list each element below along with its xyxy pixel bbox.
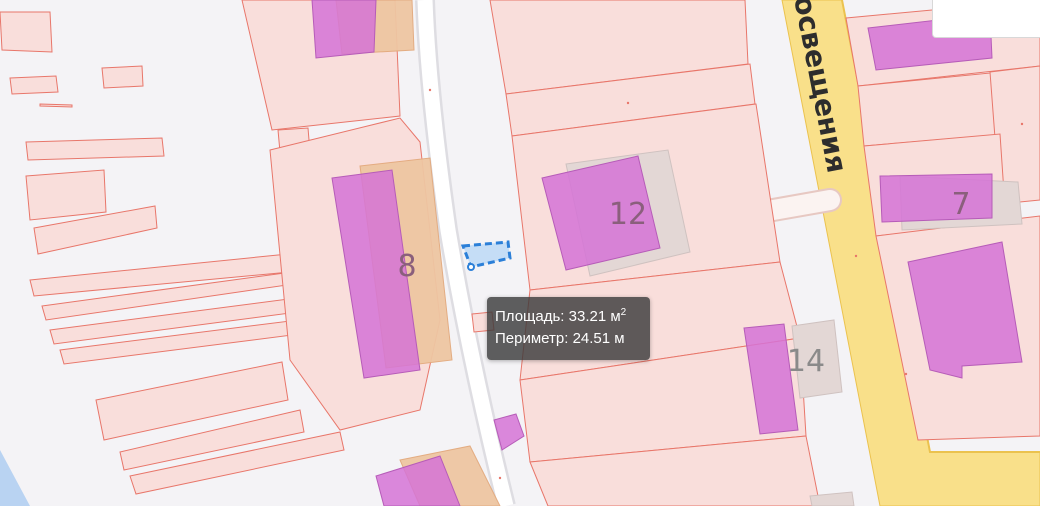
house-number-14: 14 [787,344,825,379]
area-label: Площадь: [495,308,565,325]
house-number-7: 7 [951,187,970,222]
area-value: 33.21 м [568,308,621,325]
house-number-8: 8 [397,249,416,284]
map-canvas[interactable]: 12 8 7 14 освещения Площадь: 33.21 м2 Пе… [0,0,1040,506]
measure-vertex-handle[interactable] [467,263,475,271]
perimeter-label: Периметр: [495,330,569,347]
area-line: Площадь: 33.21 м2 [495,306,642,328]
map-layer: 12 8 7 14 освещения [0,0,1040,506]
perimeter-line: Периметр: 24.51 м [495,328,642,350]
area-unit-exponent: 2 [620,307,627,318]
measurement-tooltip: Площадь: 33.21 м2 Периметр: 24.51 м [487,297,650,360]
house-number-12: 12 [609,197,647,232]
corner-panel[interactable] [932,0,1040,38]
water-area [0,450,30,506]
perimeter-value: 24.51 м [572,330,625,347]
